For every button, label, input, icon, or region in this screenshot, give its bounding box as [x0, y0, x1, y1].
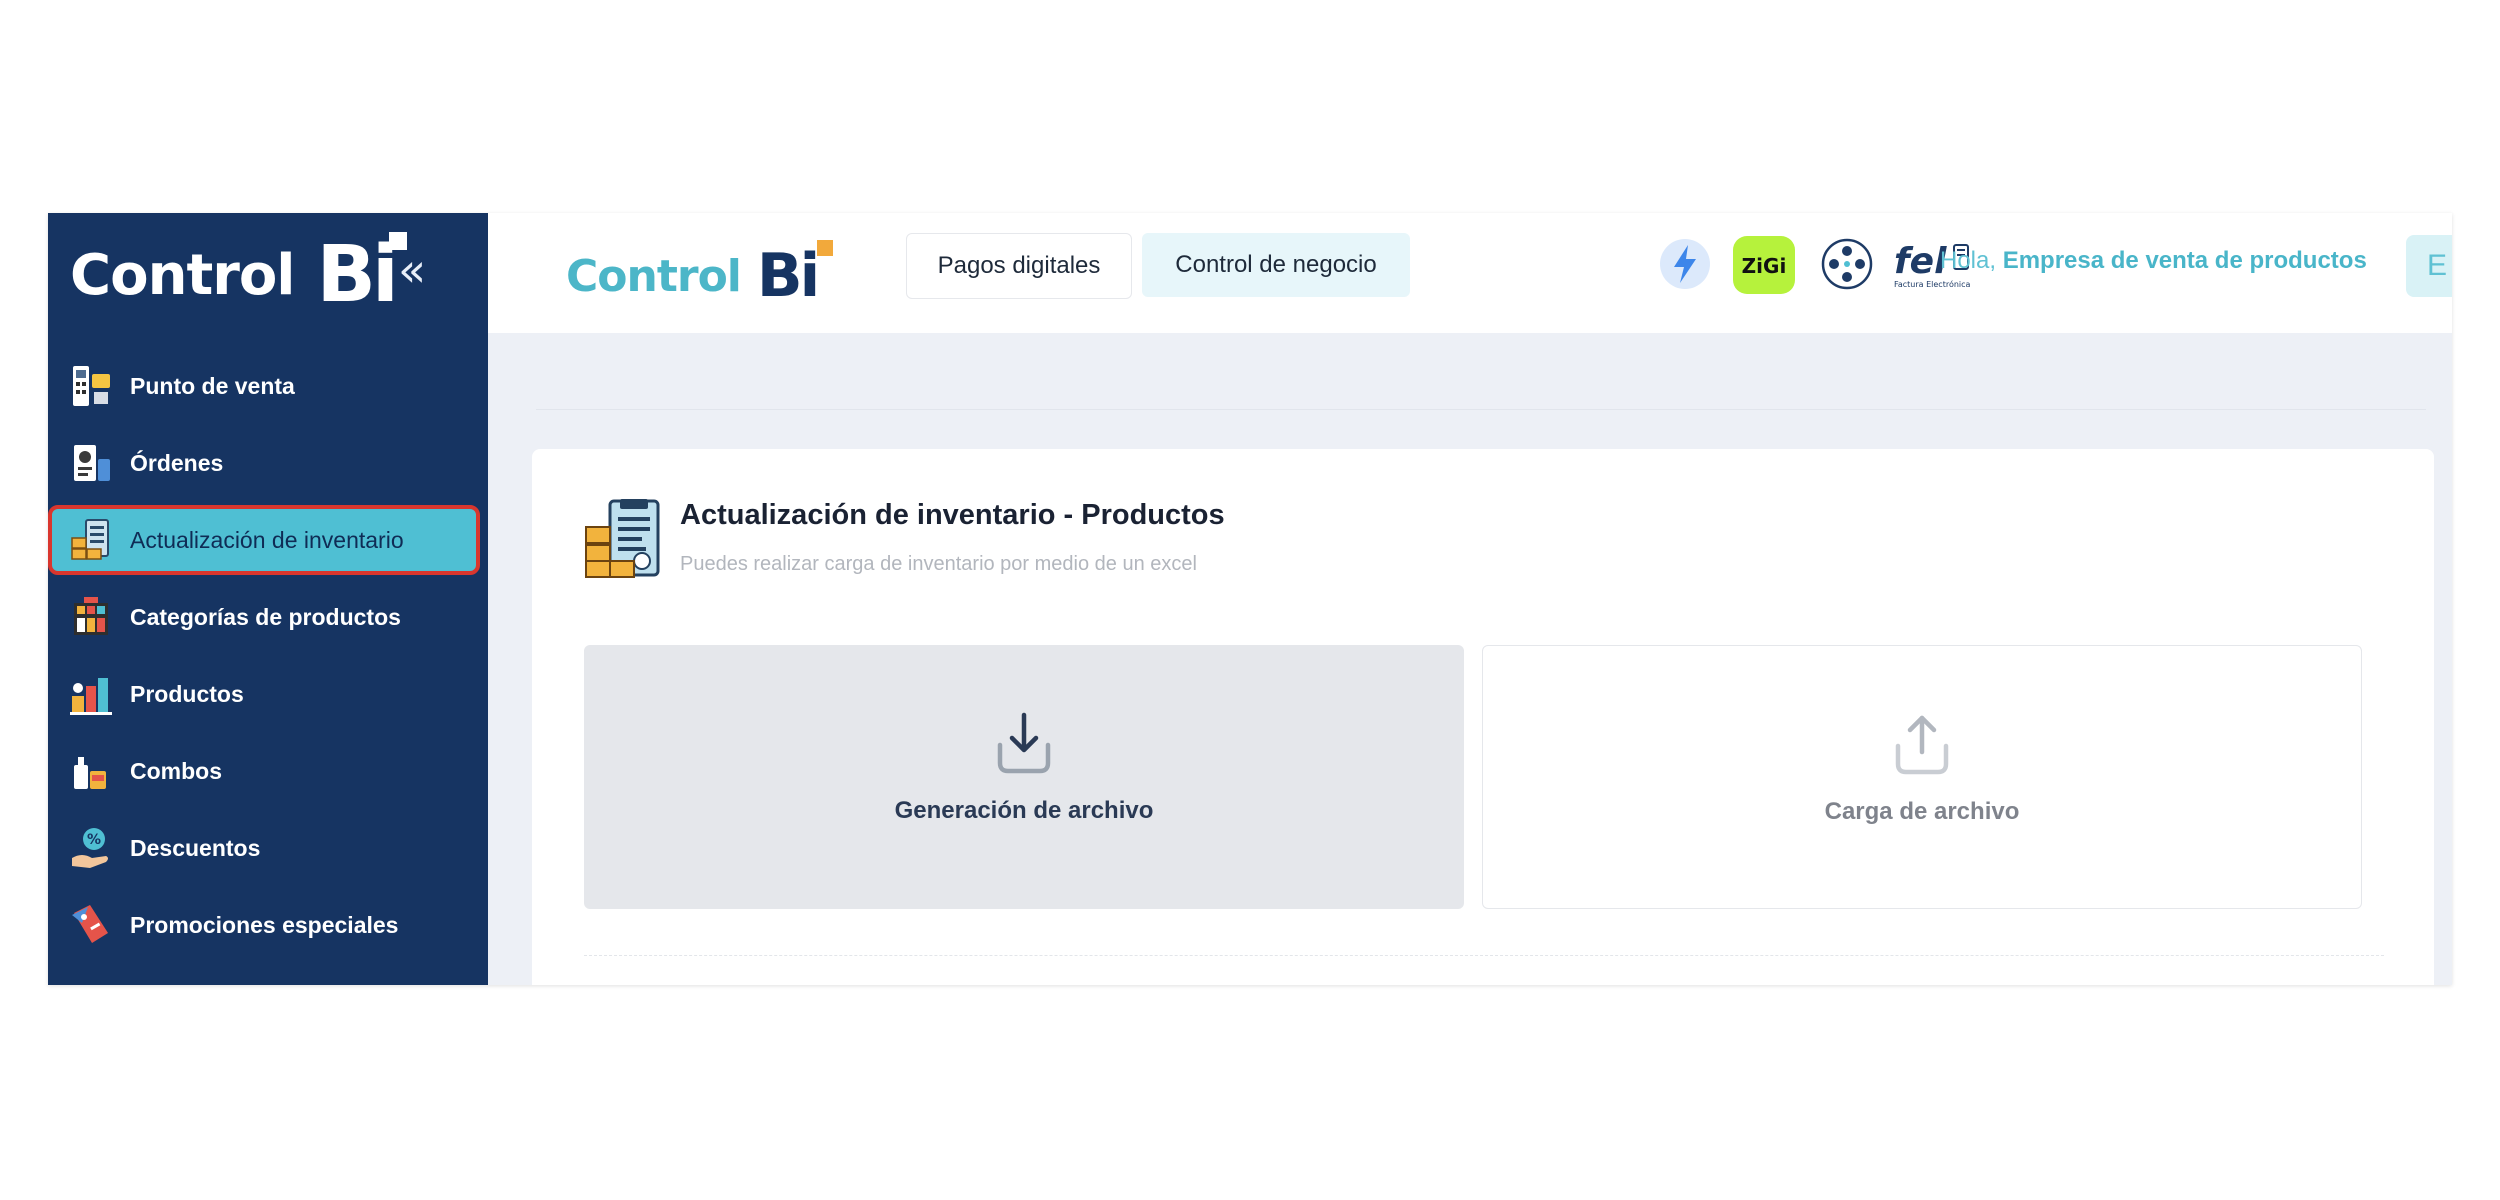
upload-file-option[interactable]: Carga de archivo: [1482, 645, 2362, 909]
sidebar: Control Bi « Punto de venta Órdenes Actu…: [48, 213, 488, 985]
zigi-logo-text: ZiGi: [1742, 254, 1787, 278]
sidebar-item-combos[interactable]: Combos: [48, 736, 488, 806]
upload-icon: [1895, 715, 1949, 775]
sidebar-item-descuentos[interactable]: % Descuentos: [48, 813, 488, 883]
page-title: Actualización de inventario - Productos: [680, 499, 1225, 531]
user-avatar[interactable]: E: [2406, 235, 2452, 297]
discounts-icon: %: [72, 828, 108, 868]
svg-text:%: %: [87, 832, 101, 848]
pos-terminal-icon: [73, 366, 110, 406]
company-name: Empresa de venta de productos: [2002, 247, 2367, 274]
sidebar-item-actualizacion-de-inventario[interactable]: Actualización de inventario: [48, 505, 480, 575]
header-logo-text: Control: [566, 250, 742, 302]
sidebar-item-next[interactable]: [48, 967, 488, 985]
brand-bi-text: Bi: [316, 230, 399, 320]
zigi-logo-icon[interactable]: ZiGi: [1732, 235, 1796, 295]
page-subtitle: Puedes realizar carga de inventario por …: [680, 553, 1197, 575]
network-icon[interactable]: [1820, 237, 1874, 291]
fel-logo-caption: Factura Electrónica: [1894, 279, 1971, 289]
greeting-prefix: Hola,: [1940, 247, 1997, 274]
sidebar-item-label: Productos: [130, 680, 244, 707]
sidebar-item-productos[interactable]: Productos: [48, 659, 488, 729]
collapse-sidebar-icon[interactable]: «: [398, 243, 426, 297]
inventory-clipboard-icon: [585, 499, 660, 578]
inventory-update-icon: [71, 519, 109, 560]
sidebar-item-label: Actualización de inventario: [130, 526, 404, 553]
products-icon: [70, 678, 112, 715]
sidebar-item-promociones-especiales[interactable]: Promociones especiales: [48, 890, 488, 960]
header-logo-dot: [817, 240, 834, 256]
card-divider: [584, 955, 2384, 956]
inventory-card: Actualización de inventario - Productos …: [532, 449, 2434, 985]
header-logo-bi: Bi: [757, 240, 834, 306]
categories-icon: [74, 597, 108, 635]
brand-bi: Bi: [317, 232, 407, 314]
promotions-icon: [72, 905, 108, 943]
sidebar-item-categorias-de-productos[interactable]: Categorías de productos: [48, 582, 488, 652]
generate-file-option[interactable]: Generación de archivo: [584, 645, 1464, 909]
generate-file-label: Generación de archivo: [894, 797, 1154, 824]
tab-control-de-negocio[interactable]: Control de negocio: [1142, 233, 1410, 297]
top-bar: Control Bi Pagos digitales Control de ne…: [488, 213, 2452, 333]
sidebar-item-punto-de-venta[interactable]: Punto de venta: [48, 351, 488, 421]
sidebar-item-label: Descuentos: [130, 834, 261, 861]
sidebar-item-ordenes[interactable]: Órdenes: [48, 428, 488, 498]
sidebar-menu: Punto de venta Órdenes Actualización de …: [48, 351, 488, 985]
sidebar-item-label: Combos: [130, 757, 222, 784]
header-logo-bi-text: Bi: [756, 241, 820, 311]
content-divider: [536, 409, 2426, 410]
orders-icon: [74, 445, 110, 481]
sidebar-item-label: Promociones especiales: [130, 911, 399, 938]
menu-item-icon: [70, 967, 112, 985]
header-logo[interactable]: Control Bi: [566, 231, 834, 321]
sidebar-item-label: Punto de venta: [130, 372, 295, 399]
download-icon: [997, 712, 1051, 774]
upload-file-label: Carga de archivo: [1824, 798, 2020, 825]
greeting: Hola, Empresa de venta de productos: [1940, 247, 2367, 275]
combos-icon: [74, 757, 106, 789]
sidebar-item-label: Categorías de productos: [130, 603, 401, 630]
brand-text: Control: [70, 242, 295, 308]
app-window: Control Bi « Punto de venta Órdenes Actu…: [48, 213, 2452, 985]
sidebar-brand-logo[interactable]: Control Bi: [70, 225, 407, 325]
lightning-icon[interactable]: [1658, 237, 1712, 291]
sidebar-item-label: Órdenes: [130, 449, 224, 476]
tab-pagos-digitales[interactable]: Pagos digitales: [906, 233, 1132, 299]
